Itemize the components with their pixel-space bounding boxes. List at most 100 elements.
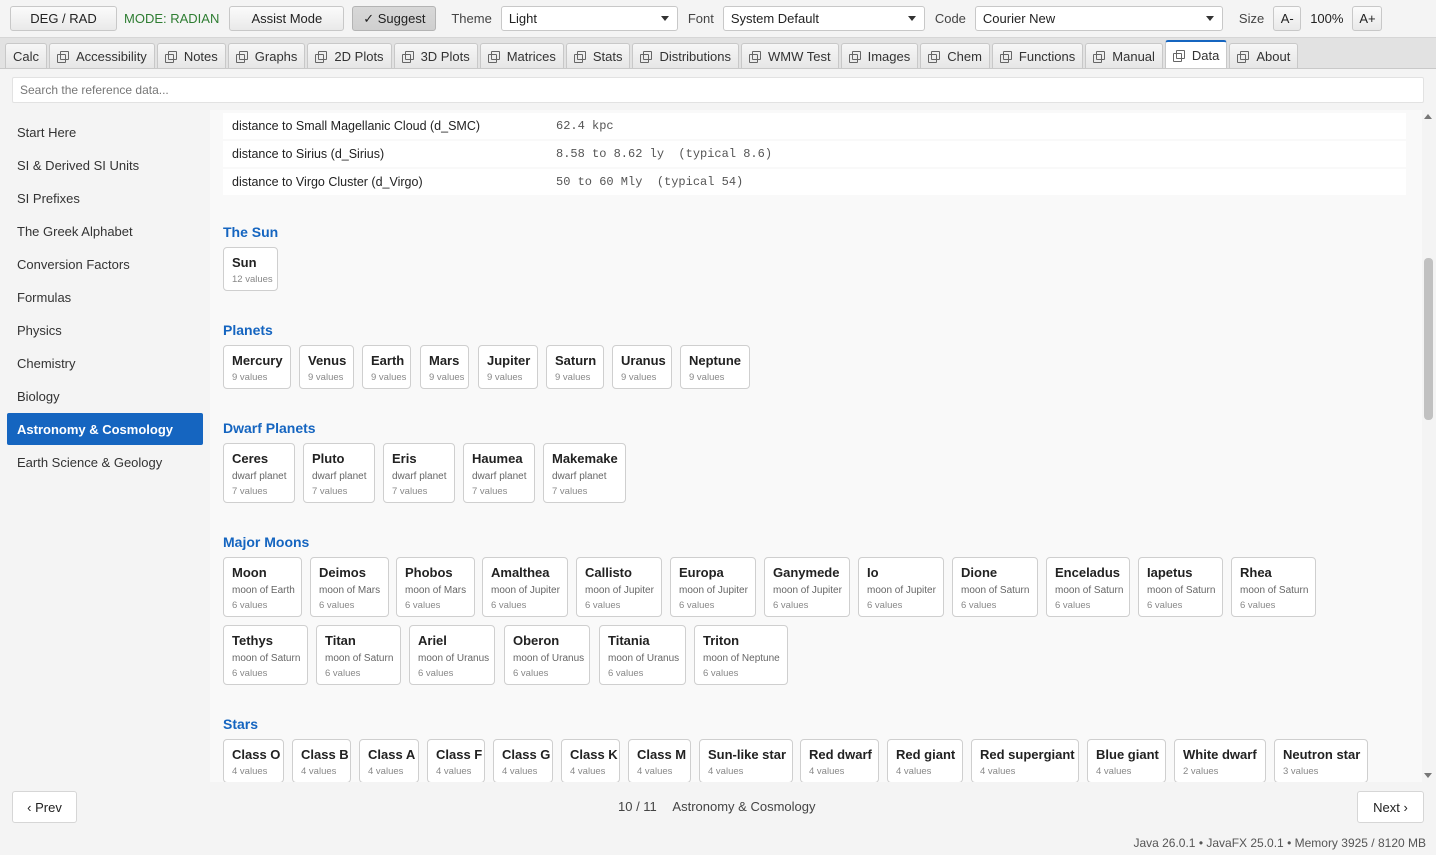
card-titan[interactable]: Titan moon of Saturn 6 values — [316, 625, 401, 685]
card-tethys[interactable]: Tethys moon of Saturn 6 values — [223, 625, 308, 685]
reference-content[interactable]: distance to Small Magellanic Cloud (d_SM… — [210, 110, 1436, 782]
scrollbar-track[interactable] — [1422, 110, 1436, 782]
tab-distributions[interactable]: Distributions — [632, 43, 739, 68]
scroll-up-icon[interactable] — [1424, 114, 1432, 119]
card-blue-giant[interactable]: Blue giant 4 values — [1087, 739, 1166, 782]
card-subtitle: moon of Uranus — [608, 653, 680, 664]
tab-accessibility[interactable]: Accessibility — [49, 43, 155, 68]
deg-rad-toggle-button[interactable]: DEG / RAD — [10, 6, 117, 31]
card-iapetus[interactable]: Iapetus moon of Saturn 6 values — [1138, 557, 1223, 617]
card-class-g[interactable]: Class G 4 values — [493, 739, 553, 782]
decrease-size-button[interactable]: A- — [1273, 6, 1302, 31]
tab-graphs[interactable]: Graphs — [227, 43, 306, 68]
card-ganymede[interactable]: Ganymede moon of Jupiter 6 values — [764, 557, 850, 617]
card-neptune[interactable]: Neptune 9 values — [680, 345, 750, 389]
card-rhea[interactable]: Rhea moon of Saturn 6 values — [1231, 557, 1316, 617]
prev-button[interactable]: ‹ Prev — [12, 791, 77, 823]
card-phobos[interactable]: Phobos moon of Mars 6 values — [396, 557, 475, 617]
card-class-m[interactable]: Class M 4 values — [628, 739, 691, 782]
card-name: Eris — [392, 451, 417, 466]
card-oberon[interactable]: Oberon moon of Uranus 6 values — [504, 625, 590, 685]
card-subtitle: moon of Uranus — [513, 653, 585, 664]
increase-size-button[interactable]: A+ — [1352, 6, 1383, 31]
card-value-count: 4 values — [368, 766, 404, 777]
sidebar-item-earth-science-and-geology[interactable]: Earth Science & Geology — [7, 446, 203, 478]
assist-mode-button[interactable]: Assist Mode — [229, 6, 345, 31]
card-sun[interactable]: Sun 12 values — [223, 247, 278, 291]
tab-images[interactable]: Images — [840, 43, 919, 68]
tab-chem[interactable]: Chem — [920, 43, 990, 68]
card-moon[interactable]: Moon moon of Earth 6 values — [223, 557, 302, 617]
sidebar-item-start-here[interactable]: Start Here — [7, 116, 203, 148]
card-enceladus[interactable]: Enceladus moon of Saturn 6 values — [1046, 557, 1130, 617]
card-haumea[interactable]: Haumea dwarf planet 7 values — [463, 443, 535, 503]
card-neutron-star[interactable]: Neutron star 3 values — [1274, 739, 1368, 782]
card-red-dwarf[interactable]: Red dwarf 4 values — [800, 739, 879, 782]
tab-calc[interactable]: Calc — [5, 43, 48, 68]
card-subtitle: moon of Jupiter — [679, 585, 748, 596]
sidebar-item-the-greek-alphabet[interactable]: The Greek Alphabet — [7, 215, 203, 247]
card-class-a[interactable]: Class A 4 values — [359, 739, 419, 782]
card-saturn[interactable]: Saturn 9 values — [546, 345, 604, 389]
card-jupiter[interactable]: Jupiter 9 values — [478, 345, 538, 389]
sidebar-item-astronomy-and-cosmology[interactable]: Astronomy & Cosmology — [7, 413, 203, 445]
tab-matrices[interactable]: Matrices — [479, 43, 564, 68]
tab-3d-plots[interactable]: 3D Plots — [393, 43, 478, 68]
tab-wmw-test[interactable]: WMW Test — [740, 43, 839, 68]
card-ceres[interactable]: Ceres dwarf planet 7 values — [223, 443, 295, 503]
code-font-select[interactable]: Courier New — [974, 6, 1223, 31]
sidebar-item-biology[interactable]: Biology — [7, 380, 203, 412]
card-white-dwarf[interactable]: White dwarf 2 values — [1174, 739, 1266, 782]
data-row-value: 62.4 kpc — [556, 119, 614, 133]
card-red-supergiant[interactable]: Red supergiant 4 values — [971, 739, 1079, 782]
font-select[interactable]: System Default — [722, 6, 925, 31]
card-dione[interactable]: Dione moon of Saturn 6 values — [952, 557, 1038, 617]
sidebar-item-physics[interactable]: Physics — [7, 314, 203, 346]
card-value-count: 6 values — [1147, 600, 1183, 611]
card-io[interactable]: Io moon of Jupiter 6 values — [858, 557, 944, 617]
card-class-o[interactable]: Class O 4 values — [223, 739, 284, 782]
tab-data[interactable]: Data — [1164, 40, 1228, 68]
tab-about[interactable]: About — [1229, 43, 1299, 68]
card-mercury[interactable]: Mercury 9 values — [223, 345, 291, 389]
card-name: Ceres — [232, 451, 269, 466]
card-pluto[interactable]: Pluto dwarf planet 7 values — [303, 443, 375, 503]
sidebar-item-chemistry[interactable]: Chemistry — [7, 347, 203, 379]
card-deimos[interactable]: Deimos moon of Mars 6 values — [310, 557, 389, 617]
card-mars[interactable]: Mars 9 values — [420, 345, 469, 389]
search-input[interactable]: Search the reference data... — [12, 77, 1424, 103]
theme-select[interactable]: Light — [500, 6, 678, 31]
card-value-count: 9 values — [371, 372, 407, 383]
card-red-giant[interactable]: Red giant 4 values — [887, 739, 963, 782]
sidebar-item-conversion-factors[interactable]: Conversion Factors — [7, 248, 203, 280]
next-button[interactable]: Next › — [1357, 791, 1424, 823]
tab-notes[interactable]: Notes — [156, 43, 226, 68]
suggest-toggle-button[interactable]: ✓ Suggest — [352, 6, 437, 31]
card-triton[interactable]: Triton moon of Neptune 6 values — [694, 625, 788, 685]
sidebar-item-formulas[interactable]: Formulas — [7, 281, 203, 313]
card-class-k[interactable]: Class K 4 values — [561, 739, 620, 782]
card-venus[interactable]: Venus 9 values — [299, 345, 354, 389]
card-europa[interactable]: Europa moon of Jupiter 6 values — [670, 557, 756, 617]
tab-functions[interactable]: Functions — [991, 43, 1084, 68]
card-earth[interactable]: Earth 9 values — [362, 345, 411, 389]
card-ariel[interactable]: Ariel moon of Uranus 6 values — [409, 625, 495, 685]
card-makemake[interactable]: Makemake dwarf planet 7 values — [543, 443, 626, 503]
detach-tab-icon — [1093, 50, 1106, 63]
card-class-f[interactable]: Class F 4 values — [427, 739, 485, 782]
sidebar-item-si-and-derived-si-units[interactable]: SI & Derived SI Units — [7, 149, 203, 181]
card-callisto[interactable]: Callisto moon of Jupiter 6 values — [576, 557, 662, 617]
card-subtitle: dwarf planet — [472, 471, 527, 482]
tab-2d-plots[interactable]: 2D Plots — [307, 43, 392, 68]
card-sun-like-star[interactable]: Sun-like star 4 values — [699, 739, 793, 782]
tab-manual[interactable]: Manual — [1085, 43, 1163, 68]
card-titania[interactable]: Titania moon of Uranus 6 values — [599, 625, 686, 685]
card-amalthea[interactable]: Amalthea moon of Jupiter 6 values — [482, 557, 568, 617]
scroll-down-icon[interactable] — [1424, 773, 1432, 778]
card-class-b[interactable]: Class B 4 values — [292, 739, 351, 782]
tab-stats[interactable]: Stats — [565, 43, 631, 68]
sidebar-item-si-prefixes[interactable]: SI Prefixes — [7, 182, 203, 214]
scrollbar-thumb[interactable] — [1424, 258, 1433, 420]
card-uranus[interactable]: Uranus 9 values — [612, 345, 672, 389]
card-eris[interactable]: Eris dwarf planet 7 values — [383, 443, 455, 503]
